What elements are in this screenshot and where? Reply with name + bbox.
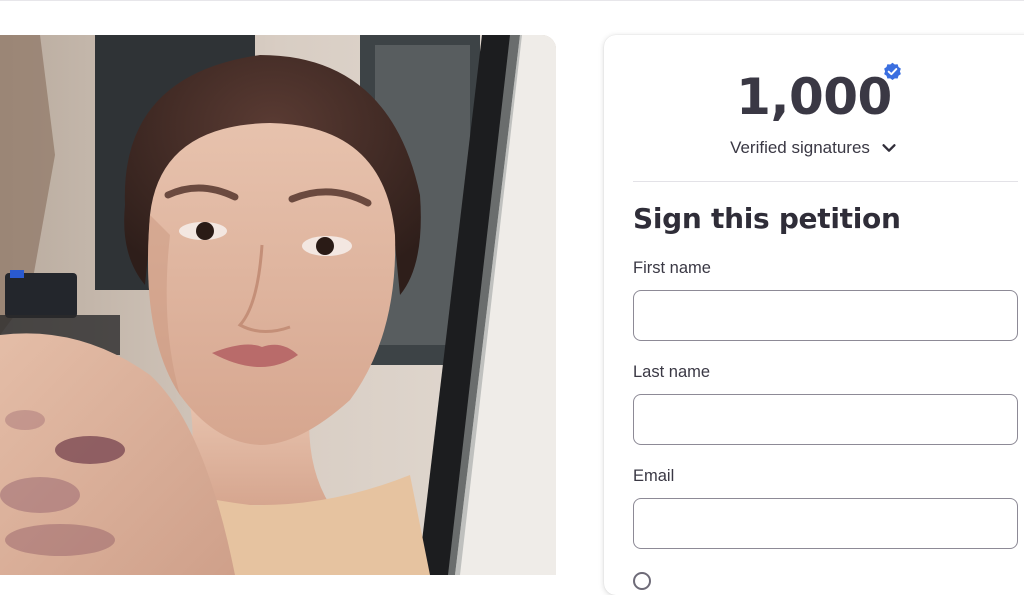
verified-signatures-label: Verified signatures — [730, 138, 870, 157]
page-top-border — [0, 0, 1024, 1]
petition-photo — [0, 35, 556, 575]
verified-signatures-toggle[interactable]: Verified signatures — [604, 138, 1024, 158]
chevron-down-icon — [882, 144, 896, 152]
email-input[interactable] — [633, 498, 1018, 549]
sign-petition-card: 1,000 Verified signatures Sign this peti… — [604, 35, 1024, 595]
first-name-label: First name — [633, 259, 711, 277]
signature-count: 1,000 — [736, 68, 892, 126]
form-title: Sign this petition — [633, 202, 901, 235]
email-label: Email — [633, 467, 675, 485]
last-name-label: Last name — [633, 363, 711, 381]
first-name-input[interactable] — [633, 290, 1018, 341]
last-name-input[interactable] — [633, 394, 1018, 445]
verified-badge-icon — [884, 62, 901, 81]
card-divider — [633, 181, 1018, 182]
signature-count-row: 1,000 — [604, 62, 1024, 126]
